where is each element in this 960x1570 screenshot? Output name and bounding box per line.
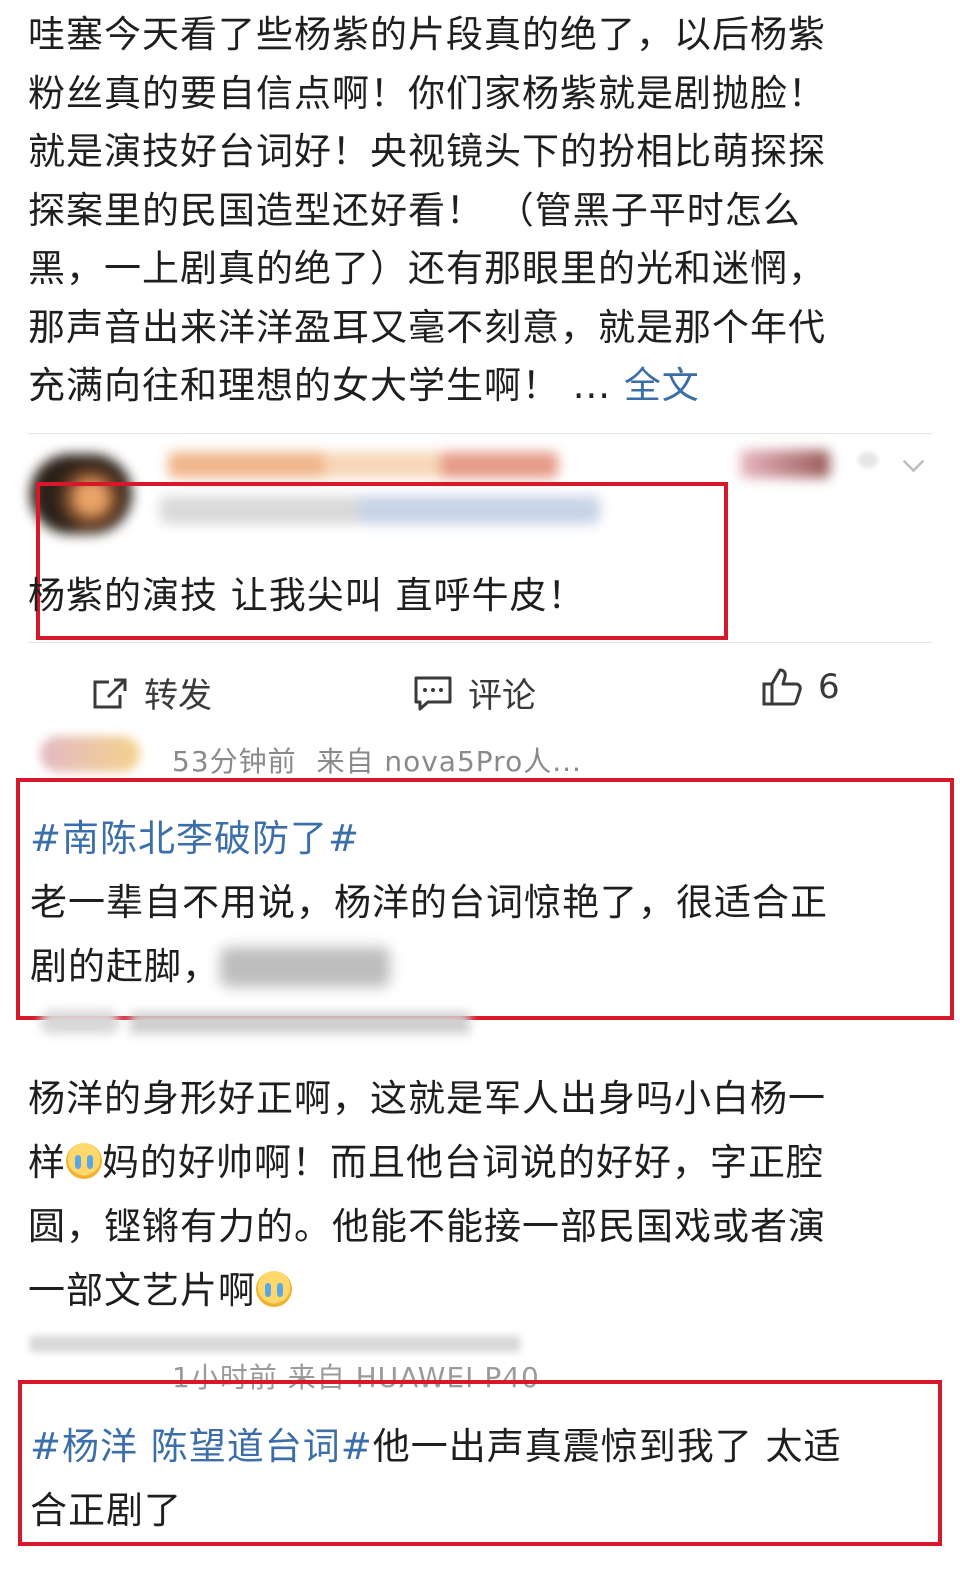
comment-text: 老一辈自不用说，杨洋的台词惊艳了，很适合正	[30, 881, 828, 924]
comment-text-line: #杨洋 陈望道台词#他一出声真震惊到我了 太适	[30, 1416, 842, 1470]
post-line: 就是演技好台词好！央视镜头下的扮相比萌探探	[28, 130, 826, 173]
repost-icon	[93, 678, 127, 708]
meta-redacted	[30, 1336, 520, 1352]
comment-text: 圆，铿锵有力的。他能不能接一部民国戏或者演	[28, 1205, 826, 1248]
comment-text: 杨洋的身形好正啊，这就是军人出身吗小白杨一	[28, 1077, 826, 1120]
post-line: 黑，一上剧真的绝了）还有那眼里的光和迷惘，	[28, 247, 826, 290]
comment-text-last: 剧的赶脚，	[30, 936, 390, 990]
divider	[28, 642, 932, 643]
post-line: 哇塞今天看了些杨紫的片段真的绝了，以后杨紫	[28, 13, 826, 56]
username-redacted	[168, 452, 558, 478]
post-line-last: 充满向往和理想的女大学生啊！ ... 全文	[28, 357, 938, 416]
redacted-text	[220, 947, 390, 987]
post-line-text: 充满向往和理想的女大学生啊！ ...	[28, 364, 612, 407]
more-dot-icon	[858, 452, 878, 468]
comment-label: 评论	[468, 676, 536, 716]
like-count: 6	[818, 667, 840, 707]
hashtag-link[interactable]: #杨洋 陈望道台词#	[30, 1425, 373, 1468]
comment-button[interactable]: 评论	[412, 668, 536, 717]
post-line: 那声音出来洋洋盈耳又毫不刻意，就是那个年代	[28, 305, 826, 349]
divider	[28, 433, 932, 434]
comment-text-line: 样妈的好帅啊！而且他台词说的好好，字正腔	[28, 1132, 824, 1186]
avatar[interactable]	[40, 736, 140, 772]
post-body: 哇塞今天看了些杨紫的片段真的绝了，以后杨紫 粉丝真的要自信点啊！你们家杨紫就是剧…	[28, 6, 938, 416]
decoration-redacted	[740, 450, 830, 478]
comment-time: 53分钟前	[172, 745, 297, 778]
repost-button[interactable]: 转发	[90, 668, 212, 717]
avatar[interactable]	[40, 1010, 120, 1034]
comment-text: 他一出声真震惊到我了 太适	[372, 1425, 842, 1468]
post-line: 粉丝真的要自信点啊！你们家杨紫就是剧抛脸！	[28, 71, 826, 115]
hashtag-link[interactable]: #南陈北李破防了#	[30, 817, 360, 860]
comment-text: 妈的好帅啊！而且他台词说的好好，字正腔	[102, 1141, 824, 1184]
comment-text: 杨紫的演技 让我尖叫 直呼牛皮！	[28, 574, 586, 617]
comment-meta: 53分钟前 来自 nova5Pro人...	[172, 740, 582, 780]
crying-face-icon	[256, 1271, 292, 1307]
repost-label: 转发	[144, 676, 212, 716]
like-button[interactable]: 6	[760, 666, 840, 708]
comment-text: 一部文艺片啊	[28, 1269, 256, 1312]
meta-redacted	[130, 1012, 470, 1034]
comment-source: 来自 nova5Pro人...	[316, 745, 582, 778]
comment-hashtag-line: #南陈北李破防了#	[30, 808, 360, 862]
comment-text: 合正剧了	[30, 1489, 182, 1532]
comment-text-line: 一部文艺片啊	[28, 1260, 292, 1314]
expand-full-text-link[interactable]: 全文	[624, 364, 700, 407]
thumbs-up-icon	[762, 668, 802, 706]
chevron-down-icon[interactable]	[902, 450, 925, 473]
crying-face-icon	[66, 1143, 102, 1179]
comment-text: 剧的赶脚，	[30, 945, 220, 988]
post-line: 探案里的民国造型还好看！ （管黑子平时怎么	[28, 188, 801, 232]
comment-text: 样	[28, 1141, 66, 1184]
comment-icon	[414, 676, 452, 710]
